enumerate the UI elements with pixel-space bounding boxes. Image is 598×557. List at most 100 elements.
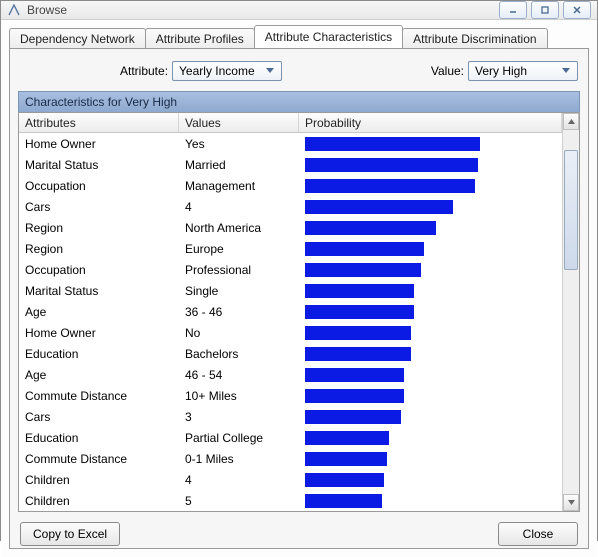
table-row[interactable]: Home OwnerYes xyxy=(19,133,562,154)
cell-attribute: Marital Status xyxy=(19,284,179,298)
attribute-label: Attribute: xyxy=(120,64,168,78)
cell-value: Partial College xyxy=(179,431,299,445)
value-combo-text: Very High xyxy=(475,64,555,78)
maximize-button[interactable] xyxy=(531,1,559,19)
cell-attribute: Cars xyxy=(19,410,179,424)
cell-attribute: Marital Status xyxy=(19,158,179,172)
cell-attribute: Region xyxy=(19,221,179,235)
cell-value: Management xyxy=(179,179,299,193)
table-row[interactable]: RegionNorth America xyxy=(19,217,562,238)
cell-probability xyxy=(299,431,562,445)
cell-attribute: Age xyxy=(19,305,179,319)
minimize-button[interactable] xyxy=(499,1,527,19)
tab-attribute-discrimination[interactable]: Attribute Discrimination xyxy=(402,28,547,49)
table-row[interactable]: Commute Distance0-1 Miles xyxy=(19,448,562,469)
cell-value: North America xyxy=(179,221,299,235)
browse-window: Browse Dependency Network Attribute Prof… xyxy=(0,0,598,541)
cell-probability xyxy=(299,284,562,298)
value-label: Value: xyxy=(431,64,464,78)
probability-bar xyxy=(305,305,414,319)
probability-bar xyxy=(305,158,478,172)
section-header: Characteristics for Very High xyxy=(18,91,580,112)
cell-attribute: Commute Distance xyxy=(19,452,179,466)
cell-value: 36 - 46 xyxy=(179,305,299,319)
tab-strip: Dependency Network Attribute Profiles At… xyxy=(9,26,589,48)
chevron-down-icon xyxy=(263,64,277,78)
filter-bar: Attribute: Yearly Income Value: Very Hig… xyxy=(18,57,580,91)
cell-probability xyxy=(299,389,562,403)
cell-probability xyxy=(299,473,562,487)
grid-header: Attributes Values Probability xyxy=(19,113,562,133)
table-row[interactable]: Age36 - 46 xyxy=(19,301,562,322)
close-window-button[interactable] xyxy=(563,1,591,19)
chevron-down-icon xyxy=(559,64,573,78)
cell-value: Professional xyxy=(179,263,299,277)
table-row[interactable]: EducationBachelors xyxy=(19,343,562,364)
vertical-scrollbar[interactable] xyxy=(562,113,579,511)
probability-bar xyxy=(305,452,387,466)
cell-probability xyxy=(299,347,562,361)
scroll-up-button[interactable] xyxy=(563,113,579,130)
table-row[interactable]: RegionEurope xyxy=(19,238,562,259)
scroll-thumb[interactable] xyxy=(564,150,578,270)
table-row[interactable]: Marital StatusMarried xyxy=(19,154,562,175)
tab-attribute-characteristics[interactable]: Attribute Characteristics xyxy=(254,25,403,48)
tab-dependency-network[interactable]: Dependency Network xyxy=(9,28,146,49)
attribute-combo-text: Yearly Income xyxy=(179,64,259,78)
cell-attribute: Region xyxy=(19,242,179,256)
table-row[interactable]: Home OwnerNo xyxy=(19,322,562,343)
table-row[interactable]: Cars3 xyxy=(19,406,562,427)
column-header-probability[interactable]: Probability xyxy=(299,113,562,132)
probability-bar xyxy=(305,263,421,277)
cell-probability xyxy=(299,452,562,466)
cell-value: 0-1 Miles xyxy=(179,452,299,466)
cell-value: Married xyxy=(179,158,299,172)
scroll-down-button[interactable] xyxy=(563,494,579,511)
probability-bar xyxy=(305,410,401,424)
cell-probability xyxy=(299,494,562,508)
probability-bar xyxy=(305,431,389,445)
table-row[interactable]: Children4 xyxy=(19,469,562,490)
cell-value: Europe xyxy=(179,242,299,256)
probability-bar xyxy=(305,221,436,235)
cell-probability xyxy=(299,263,562,277)
cell-probability xyxy=(299,200,562,214)
copy-to-excel-button[interactable]: Copy to Excel xyxy=(20,522,120,546)
probability-bar xyxy=(305,473,384,487)
cell-probability xyxy=(299,368,562,382)
column-header-attributes[interactable]: Attributes xyxy=(19,113,179,132)
cell-probability xyxy=(299,305,562,319)
probability-bar xyxy=(305,179,475,193)
cell-attribute: Education xyxy=(19,431,179,445)
footer: Copy to Excel Close xyxy=(18,512,580,548)
cell-attribute: Education xyxy=(19,347,179,361)
table-row[interactable]: Age46 - 54 xyxy=(19,364,562,385)
cell-probability xyxy=(299,242,562,256)
tab-page: Attribute: Yearly Income Value: Very Hig… xyxy=(9,48,589,549)
table-row[interactable]: Cars4 xyxy=(19,196,562,217)
cell-attribute: Occupation xyxy=(19,263,179,277)
cell-attribute: Children xyxy=(19,494,179,508)
cell-attribute: Commute Distance xyxy=(19,389,179,403)
tab-attribute-profiles[interactable]: Attribute Profiles xyxy=(145,28,255,49)
cell-value: Bachelors xyxy=(179,347,299,361)
probability-bar xyxy=(305,242,424,256)
cell-probability xyxy=(299,221,562,235)
cell-value: 10+ Miles xyxy=(179,389,299,403)
table-row[interactable]: Commute Distance10+ Miles xyxy=(19,385,562,406)
close-button[interactable]: Close xyxy=(498,522,578,546)
value-combo[interactable]: Very High xyxy=(468,61,578,81)
scroll-track[interactable] xyxy=(563,130,579,494)
table-row[interactable]: OccupationManagement xyxy=(19,175,562,196)
table-row[interactable]: Children5 xyxy=(19,490,562,511)
column-header-values[interactable]: Values xyxy=(179,113,299,132)
table-row[interactable]: OccupationProfessional xyxy=(19,259,562,280)
probability-bar xyxy=(305,284,414,298)
table-row[interactable]: Marital StatusSingle xyxy=(19,280,562,301)
probability-bar xyxy=(305,494,382,508)
cell-value: Yes xyxy=(179,137,299,151)
attribute-combo[interactable]: Yearly Income xyxy=(172,61,282,81)
cell-attribute: Age xyxy=(19,368,179,382)
cell-attribute: Children xyxy=(19,473,179,487)
table-row[interactable]: EducationPartial College xyxy=(19,427,562,448)
